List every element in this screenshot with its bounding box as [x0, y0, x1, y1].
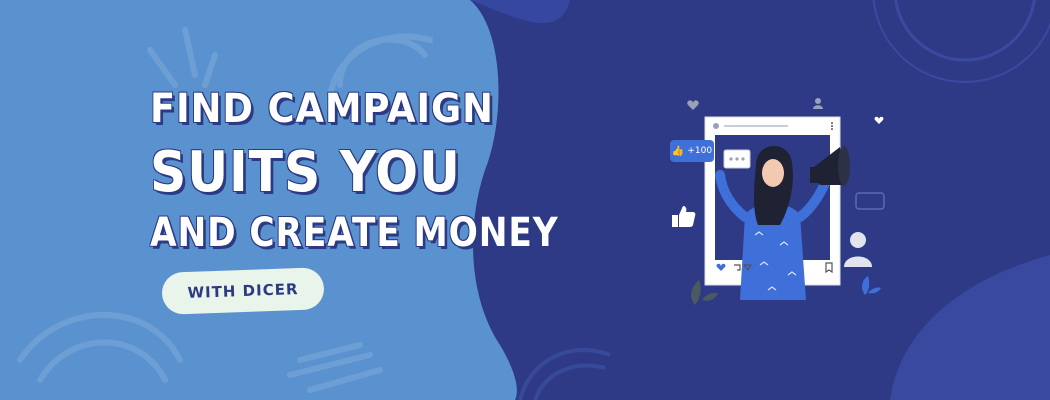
like-badge: 👍 +100 — [670, 140, 714, 162]
tagline-pill: WITH DICER — [161, 267, 325, 315]
headline-line-1: FIND CAMPAIGN — [150, 86, 494, 132]
promo-banner: FIND CAMPAIGN SUITS YOU AND CREATE MONEY… — [0, 0, 1050, 400]
headline-line-3: AND CREATE MONEY — [150, 210, 559, 256]
tagline-text: WITH DICER — [187, 280, 299, 302]
social-post-illustration — [672, 98, 885, 305]
headline-line-2: SUITS YOU — [150, 140, 461, 205]
like-count: +100 — [687, 146, 713, 156]
thumbs-up-icon: 👍 — [671, 145, 685, 157]
